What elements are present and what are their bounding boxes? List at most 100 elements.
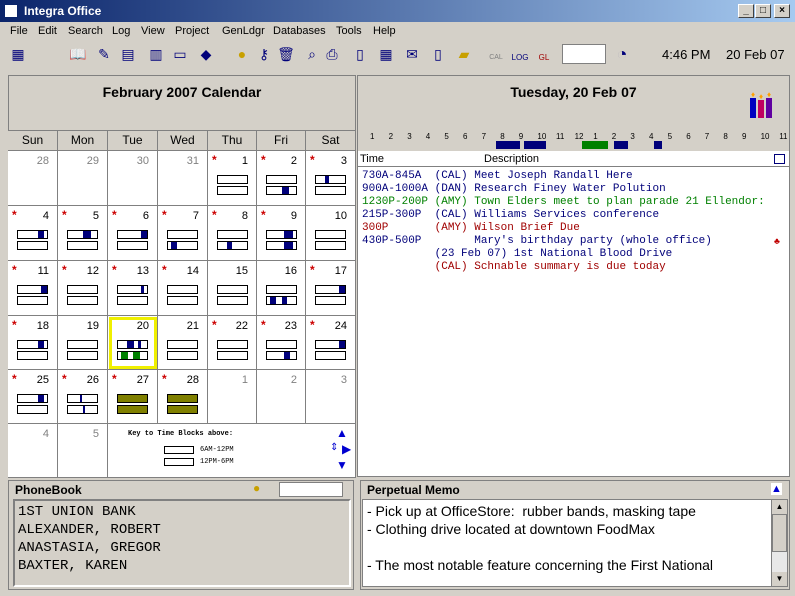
calendar-day-cell[interactable]: 23 *	[257, 316, 306, 370]
trash-icon[interactable]: 🗑	[276, 44, 296, 64]
calendar-day-cell[interactable]: 15	[208, 261, 257, 316]
phonebook-entry[interactable]: 1ST UNION BANK	[18, 503, 136, 521]
phonebook-entry[interactable]: ALEXANDER, ROBERT	[18, 521, 161, 539]
memo-textarea[interactable]: - Pick up at OfficeStore: rubber bands, …	[362, 499, 788, 587]
menu-genldgr[interactable]: GenLdgr	[222, 25, 265, 37]
menu-tools[interactable]: Tools	[336, 25, 362, 37]
notepad-icon[interactable]: ✎	[94, 44, 114, 64]
calendar-day-cell[interactable]: 24 *	[306, 316, 356, 370]
event-row[interactable]: 300P (AMY) Wilson Brief Due	[362, 222, 580, 234]
memo-expand-icon[interactable]: ▲	[771, 483, 782, 495]
scroll-down-arrow[interactable]: ▼	[772, 572, 787, 586]
memo-scrollbar[interactable]: ▲ ▼	[771, 500, 787, 586]
calendar-day-cell[interactable]: 2 *	[257, 151, 306, 206]
document-icon[interactable]: ▯	[350, 44, 370, 64]
calendar-day-cell[interactable]: 1	[208, 370, 257, 424]
key-icon[interactable]: ⚷	[254, 44, 274, 64]
event-row[interactable]: 1230P-200P (AMY) Town Elders meet to pla…	[362, 196, 765, 208]
calendar-day-cell[interactable]: 6 *	[108, 206, 158, 261]
stopwatch-icon[interactable]: ◔	[612, 44, 632, 64]
calendar-day-cell[interactable]: 5 *	[58, 206, 108, 261]
calendar-day-cell[interactable]: 19	[58, 316, 108, 370]
calendar-day-cell[interactable]: 21	[158, 316, 208, 370]
print-icon[interactable]: ⎙	[322, 44, 342, 64]
find-icon[interactable]: ⌕	[302, 44, 322, 64]
minimize-button[interactable]: _	[738, 4, 754, 18]
book-icon[interactable]: 📖	[68, 44, 88, 64]
menu-help[interactable]: Help	[373, 25, 396, 37]
calendar-day-cell[interactable]: 1 *	[208, 151, 257, 206]
calendar-day-cell[interactable]: 4	[8, 424, 58, 478]
close-button[interactable]: ×	[774, 4, 790, 18]
menu-edit[interactable]: Edit	[38, 25, 57, 37]
calendar-day-cell[interactable]: 28	[8, 151, 58, 206]
maximize-button[interactable]: □	[755, 4, 771, 18]
calendar-day-cell[interactable]: 4 *	[8, 206, 58, 261]
calendar-day-cell[interactable]: 18 *	[8, 316, 58, 370]
folder-icon[interactable]: ▰	[454, 44, 474, 64]
calendar-day-cell[interactable]: 30	[108, 151, 158, 206]
event-row[interactable]: (23 Feb 07) 1st National Blood Drive	[362, 248, 673, 260]
event-row[interactable]: (CAL) Schnable summary is due today	[362, 261, 666, 273]
event-row[interactable]: 430P-500P Mary's birthday party (whole o…	[362, 235, 712, 247]
calendar-day-cell[interactable]: 8 *	[208, 206, 257, 261]
phonebook-list[interactable]: 1ST UNION BANK ALEXANDER, ROBERT ANASTAS…	[13, 499, 351, 587]
list-view-icon[interactable]	[774, 154, 785, 164]
lightbulb-icon[interactable]: ●	[232, 44, 252, 64]
scroll-up-arrow[interactable]: ▲	[772, 500, 787, 514]
scroll-thumb[interactable]	[772, 514, 787, 552]
calendar-day-cell[interactable]: 27 *	[108, 370, 158, 424]
window-icon[interactable]: ▭	[170, 44, 190, 64]
menu-databases[interactable]: Databases	[273, 25, 326, 37]
lightbulb-icon[interactable]: ●	[253, 481, 260, 495]
calendar-day-cell[interactable]: 26 *	[58, 370, 108, 424]
calendar-day-cell[interactable]: 31	[158, 151, 208, 206]
tag-icon[interactable]: ◆	[196, 44, 216, 64]
phone-icon[interactable]: ▯	[428, 44, 448, 64]
calendar-day-cell[interactable]: 10	[306, 206, 356, 261]
columns-icon[interactable]: ▥	[146, 44, 166, 64]
log-button[interactable]: LOG	[510, 44, 530, 64]
calendar-day-cell[interactable]: 9 *	[257, 206, 306, 261]
calendar-day-cell[interactable]: 16	[257, 261, 306, 316]
menu-log[interactable]: Log	[112, 25, 130, 37]
calendar-day-cell[interactable]: 2	[257, 370, 306, 424]
calendar-day-cell[interactable]: 22 *	[208, 316, 257, 370]
col-desc-header[interactable]: Description	[484, 153, 539, 165]
scroll-up-icon[interactable]: ▲	[336, 426, 348, 440]
quick-input[interactable]	[562, 44, 606, 64]
calendar-day-cell[interactable]: 7 *	[158, 206, 208, 261]
calendar-day-cell[interactable]: 5	[58, 424, 108, 478]
calendar-day-cell[interactable]: 13 *	[108, 261, 158, 316]
event-row[interactable]: 730A-845A (CAL) Meet Joseph Randall Here	[362, 170, 633, 182]
updown-icon[interactable]: ⇕	[330, 442, 338, 453]
calendar-day-cell[interactable]: 17 *	[306, 261, 356, 316]
menu-search[interactable]: Search	[68, 25, 103, 37]
calendar-day-cell[interactable]: 3	[306, 370, 356, 424]
gl-button[interactable]: GL	[534, 44, 554, 64]
mail-icon[interactable]: ✉	[402, 44, 422, 64]
calendar-day-cell[interactable]: 28 *	[158, 370, 208, 424]
calendar-day-cell[interactable]: 11 *	[8, 261, 58, 316]
event-row[interactable]: 900A-1000A (DAN) Research Finey Water Po…	[362, 183, 666, 195]
menu-view[interactable]: View	[141, 25, 165, 37]
calendar-day-cell[interactable]: 3 *	[306, 151, 356, 206]
calendar-day-cell[interactable]: 14 *	[158, 261, 208, 316]
calculator-icon[interactable]: ▤	[118, 44, 138, 64]
menu-file[interactable]: File	[10, 25, 28, 37]
calendar-day-cell[interactable]: 12 *	[58, 261, 108, 316]
phonebook-entry[interactable]: BAXTER, KAREN	[18, 557, 127, 575]
scroll-down-icon[interactable]: ▼	[336, 458, 348, 472]
grid-view-icon[interactable]: ▦	[8, 44, 28, 64]
cal-button[interactable]: CAL	[486, 44, 506, 64]
scroll-right-icon[interactable]: ▶	[342, 442, 351, 456]
phonebook-entry[interactable]: ANASTASIA, GREGOR	[18, 539, 161, 557]
calendar-day-cell[interactable]: 29	[58, 151, 108, 206]
phonebook-search-input[interactable]	[279, 482, 343, 497]
event-row[interactable]: 215P-300P (CAL) Williams Services confer…	[362, 209, 659, 221]
spreadsheet-icon[interactable]: ▦	[376, 44, 396, 64]
col-time-header[interactable]: Time	[360, 153, 384, 165]
calendar-day-cell[interactable]: 25 *	[8, 370, 58, 424]
menu-project[interactable]: Project	[175, 25, 209, 37]
calendar-day-cell[interactable]: 20	[108, 316, 158, 370]
